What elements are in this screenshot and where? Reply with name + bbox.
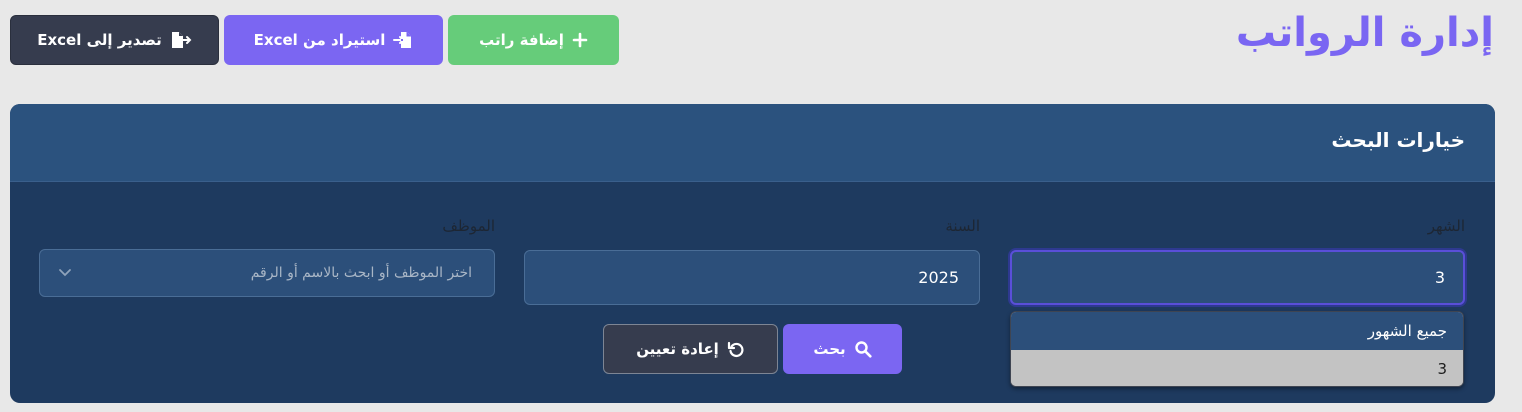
add-salary-label: إضافة راتب — [479, 31, 564, 49]
search-icon — [854, 340, 872, 358]
plus-icon — [572, 32, 588, 48]
employee-placeholder: اختر الموظف أو ابحث بالاسم أو الرقم — [250, 265, 472, 281]
search-panel-header: خيارات البحث — [10, 104, 1495, 182]
chevron-down-icon — [58, 268, 72, 278]
month-label: الشهر — [1427, 217, 1465, 235]
search-panel: خيارات البحث الشهر السنة الموظف 3 2025 ا… — [10, 104, 1495, 403]
year-label: السنة — [945, 217, 980, 235]
month-select[interactable]: 3 — [1010, 250, 1465, 305]
employee-label: الموظف — [442, 217, 495, 235]
month-option-3[interactable]: 3 — [1011, 350, 1463, 386]
month-option-all[interactable]: جميع الشهور — [1011, 312, 1463, 350]
year-input[interactable]: 2025 — [524, 250, 980, 305]
year-value: 2025 — [918, 268, 959, 287]
file-import-icon — [393, 31, 413, 49]
month-value: 3 — [1434, 268, 1445, 287]
search-button[interactable]: بحث — [783, 324, 902, 374]
export-excel-button[interactable]: تصدير إلى Excel — [10, 15, 219, 65]
import-excel-button[interactable]: استيراد من Excel — [224, 15, 443, 65]
import-excel-label: استيراد من Excel — [253, 31, 386, 49]
file-export-icon — [170, 31, 192, 49]
export-excel-label: تصدير إلى Excel — [37, 31, 162, 49]
employee-select[interactable]: اختر الموظف أو ابحث بالاسم أو الرقم — [39, 249, 495, 297]
reset-label: إعادة تعيين — [636, 340, 719, 358]
search-label: بحث — [813, 340, 846, 358]
month-dropdown: جميع الشهور 3 — [1010, 311, 1464, 387]
add-salary-button[interactable]: إضافة راتب — [448, 15, 619, 65]
undo-icon — [727, 340, 745, 358]
search-panel-title: خيارات البحث — [1331, 128, 1465, 152]
page-title: إدارة الرواتب — [1235, 10, 1494, 56]
reset-button[interactable]: إعادة تعيين — [603, 324, 778, 374]
